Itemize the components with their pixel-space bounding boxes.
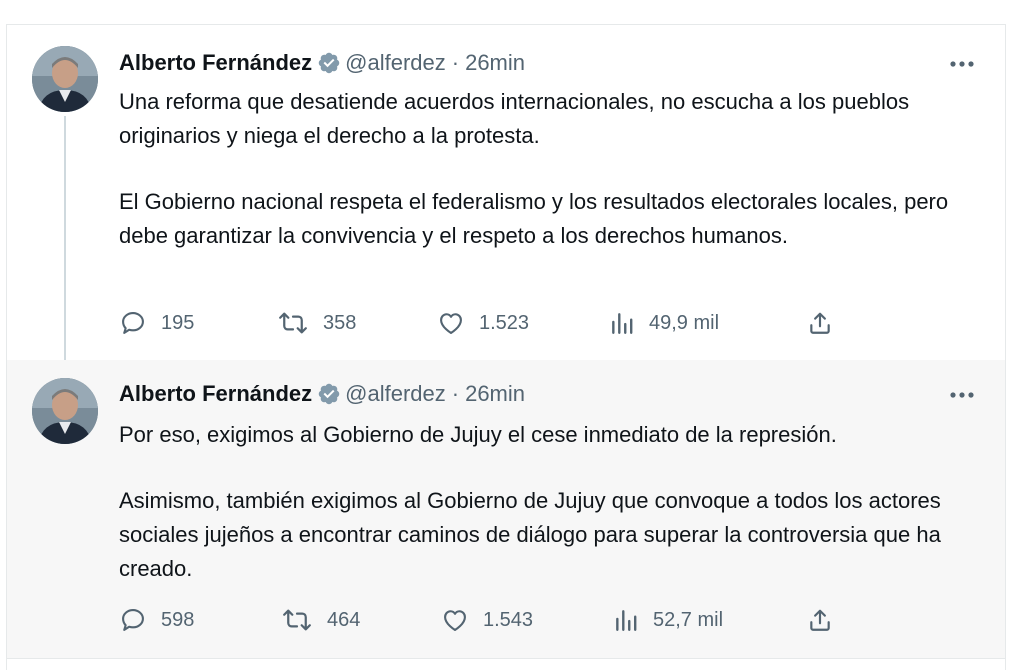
retweet-button[interactable]: 464 (281, 605, 360, 635)
share-icon (810, 609, 830, 631)
reply-count: 598 (161, 608, 195, 631)
author-handle[interactable]: @alferdez (345, 381, 446, 407)
like-count: 1.523 (479, 311, 530, 334)
share-button[interactable] (807, 308, 847, 338)
separator-dot: · (451, 50, 460, 75)
avatar[interactable] (32, 46, 98, 112)
thread-line (64, 116, 66, 385)
separator-dot: · (451, 381, 460, 406)
tweet-paragraph: Asimismo, también exigimos al Gobierno d… (119, 488, 941, 581)
reply-count: 195 (161, 311, 195, 334)
reply-button[interactable]: 195 (119, 308, 194, 338)
tweet-paragraph: El Gobierno nacional respeta el federali… (119, 189, 949, 248)
tweet-2[interactable]: Alberto Fernández @alferdez · 26min Por … (7, 360, 1005, 659)
tweet-header: Alberto Fernández @alferdez · 26min (119, 379, 525, 409)
frame-border-right (1005, 0, 1006, 670)
tweet-header: Alberto Fernández @alferdez · 26min (119, 48, 525, 78)
tweet-actions: 598 464 1.543 52,7 mil (119, 605, 839, 635)
views-count: 52,7 mil (653, 608, 724, 631)
retweet-icon (279, 312, 307, 334)
share-button[interactable] (807, 605, 847, 635)
views-button[interactable]: 52,7 mil (613, 605, 723, 635)
retweet-icon (283, 609, 311, 631)
like-button[interactable]: 1.523 (437, 308, 529, 338)
tweet-actions: 195 358 1.523 49,9 mil (119, 308, 839, 338)
views-icon (612, 313, 633, 334)
retweet-count: 464 (327, 608, 361, 631)
views-icon (616, 610, 637, 631)
views-button[interactable]: 49,9 mil (609, 308, 719, 338)
views-count: 49,9 mil (649, 311, 720, 334)
tweet-text: Por eso, exigimos al Gobierno de Jujuy e… (119, 418, 979, 586)
retweet-count: 358 (323, 311, 357, 334)
avatar[interactable] (32, 378, 98, 444)
author-name[interactable]: Alberto Fernández (119, 381, 312, 407)
like-icon (440, 313, 462, 334)
more-options-icon[interactable] (947, 54, 977, 74)
like-count: 1.543 (483, 608, 534, 631)
like-button[interactable]: 1.543 (441, 605, 533, 635)
reply-icon (122, 609, 144, 631)
tweet-1[interactable]: Alberto Fernández @alferdez · 26min Una … (7, 25, 1005, 385)
tweet-text: Una reforma que desatiende acuerdos inte… (119, 85, 979, 253)
reply-button[interactable]: 598 (119, 605, 194, 635)
author-handle[interactable]: @alferdez (345, 50, 446, 76)
tweet-paragraph: Por eso, exigimos al Gobierno de Jujuy e… (119, 422, 837, 447)
verified-badge-icon (317, 382, 341, 406)
timestamp[interactable]: 26min (465, 50, 525, 76)
share-icon (810, 312, 830, 334)
timestamp[interactable]: 26min (465, 381, 525, 407)
previous-tweet-edge (6, 0, 1006, 25)
author-name[interactable]: Alberto Fernández (119, 50, 312, 76)
retweet-button[interactable]: 358 (277, 308, 356, 338)
verified-badge-icon (317, 51, 341, 75)
more-options-icon[interactable] (947, 385, 977, 405)
reply-icon (122, 312, 144, 334)
tweet-paragraph: Una reforma que desatiende acuerdos inte… (119, 89, 910, 148)
like-icon (444, 610, 466, 631)
